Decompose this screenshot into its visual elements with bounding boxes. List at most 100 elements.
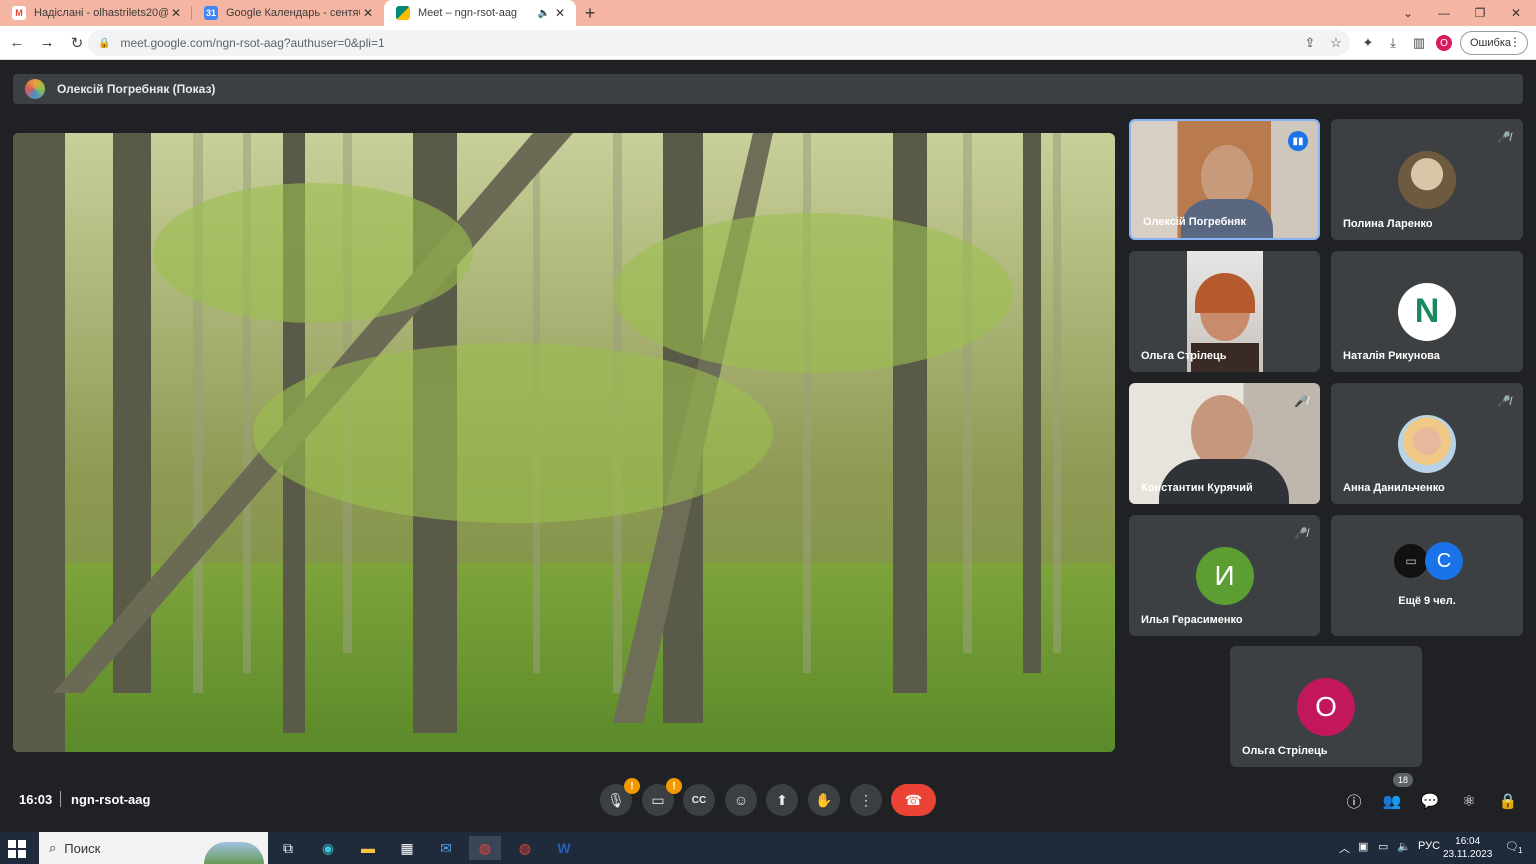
presenter-label: Олексій Погребняк (Показ) [57,82,216,96]
chrome-icon[interactable]: ◍ [469,836,501,860]
reload-button[interactable]: ↻ [64,30,90,56]
mic-off-icon: 🎤̸ [1294,528,1308,540]
participant-tile[interactable]: N Наталія Рикунова [1331,251,1523,372]
more-options-button[interactable]: ⋮ [850,784,882,816]
battery-icon[interactable]: ▭ [1378,840,1388,853]
chat-button[interactable]: 💬 [1419,790,1441,812]
mic-off-icon: 🎤̸ [1497,396,1511,408]
search-icon: ⌕ [49,840,57,855]
participant-avatar: О [1297,677,1355,736]
bookmark-star-icon[interactable]: ☆ [1327,34,1345,52]
extensions-icon[interactable]: ✦ [1359,34,1377,52]
host-controls-button[interactable]: 🔒 [1497,790,1519,812]
lock-person-icon: 🔒 [1498,793,1518,810]
avatar-initial: И [1214,559,1235,591]
participant-tile[interactable]: 🎤̸ Анна Данильченко [1331,383,1523,504]
participant-tile[interactable]: Ольга Стрілець [1129,251,1320,372]
activities-button[interactable]: ⚛ [1458,790,1480,812]
avatar-initial: О [1315,690,1337,722]
present-button[interactable]: ⬆ [766,784,798,816]
lock-icon: 🔒 [98,37,111,49]
calendar-icon: 31 [204,6,218,20]
participant-tile[interactable]: 🎤̸ Полина Ларенко [1331,119,1523,240]
task-view-icon[interactable]: ⧉ [272,836,304,860]
avatar-initial: N [1414,292,1440,330]
tab-title: Meet – ngn-rsot-aag [418,7,518,19]
tray-chevron-icon[interactable]: ︿ [1339,840,1350,856]
forward-button[interactable]: → [34,30,60,56]
hangup-icon: ☎ [904,791,923,808]
tab-meet[interactable]: Meet – ngn-rsot-aag 🔈 ✕ [384,0,576,26]
speaking-indicator-icon: ▮▮ [1288,131,1308,151]
activities-icon: ⚛ [1462,793,1476,810]
clock-date: 23.11.2023 [1443,849,1493,860]
minimize-button[interactable]: — [1426,0,1462,26]
windows-taskbar: ⌕ Поиск ⧉ ◉ ▬ ▦ ✉ ◍ ◍ W ︿ ▣ ▭ 🔈 РУС 16:0… [0,832,1536,864]
camera-button[interactable]: ▭ ! [642,778,682,816]
reactions-button[interactable]: ☺ [725,784,757,816]
network-icon[interactable]: ▣ [1358,840,1368,853]
more-vert-icon: ⋮ [859,791,873,808]
chrome-profile-icon[interactable]: ◍ [509,836,541,860]
participant-name: Анна Данильченко [1343,482,1445,494]
tab-calendar[interactable]: 31 Google Календарь - сентябрь 2 ✕ [192,0,384,26]
close-icon[interactable]: ✕ [360,6,376,20]
share-icon[interactable]: ⇪ [1301,34,1319,52]
microphone-button[interactable]: 🎙 ! [600,778,640,816]
back-button[interactable]: ← [4,30,30,56]
raise-hand-button[interactable]: ✋ [808,784,840,816]
more-participants-tile[interactable]: ▭ С Ещё 9 чел. [1331,515,1523,636]
edge-icon[interactable]: ◉ [312,836,344,860]
mail-icon[interactable]: ✉ [430,836,462,860]
participant-tile[interactable]: 🎤̸ Константин Курячий [1129,383,1320,504]
microphone-icon: 🎙 [607,791,625,808]
restore-button[interactable]: ❐ [1462,0,1498,26]
gmail-icon: M [12,6,26,20]
participant-name: Константин Курячий [1141,482,1253,494]
error-button[interactable]: Ошибка ⋮ [1460,31,1528,55]
speaker-icon[interactable]: 🔈 [536,8,552,19]
leave-call-button[interactable]: ☎ [891,784,936,816]
windows-start-icon[interactable] [8,840,26,858]
participant-name: Наталія Рикунова [1343,350,1440,362]
close-icon[interactable]: ✕ [168,6,184,20]
meeting-time: 16:03 [19,792,53,807]
taskbar-clock[interactable]: 16:04 23.11.2023 [1443,835,1492,861]
notification-count: 1 [1518,846,1523,855]
warning-icon: ! [624,778,640,794]
file-explorer-icon[interactable]: ▬ [352,836,384,860]
participant-name: Ольга Стрілець [1141,350,1227,362]
download-icon[interactable]: ⤓ [1384,34,1402,52]
presenter-avatar [25,79,45,99]
people-button[interactable]: 👥 [1381,790,1403,812]
store-icon[interactable]: ▦ [391,836,423,860]
participant-tile[interactable]: 🎤̸ И Илья Герасименко [1129,515,1320,636]
new-tab-button[interactable]: + [576,0,604,26]
word-icon[interactable]: W [548,836,580,860]
participant-tile[interactable]: О Ольга Стрілець [1230,646,1422,767]
more-menu-icon[interactable]: ⋮ [1509,35,1521,49]
meeting-info-button[interactable]: ⓘ [1343,790,1365,812]
url-text: meet.google.com/ngn-rsot-aag?authuser=0&… [120,36,385,50]
forest-image [13,133,1115,752]
volume-icon[interactable]: 🔈 [1397,840,1411,853]
participant-avatar: С [1425,542,1463,580]
taskbar-search[interactable]: ⌕ Поиск [39,832,268,864]
participant-avatar [1398,414,1456,473]
participant-count-badge: 18 [1393,773,1413,787]
close-window-button[interactable]: ✕ [1498,0,1534,26]
side-panel-icon[interactable]: ▥ [1410,34,1428,52]
search-placeholder: Поиск [64,840,101,856]
captions-icon: CC [691,794,707,806]
language-indicator[interactable]: РУС [1418,840,1440,852]
tab-gmail[interactable]: M Надіслані - olhastrilets20@gmai ✕ [0,0,192,26]
participant-tile[interactable]: ▮▮ Олексій Погребняк [1129,119,1320,240]
hand-icon: ✋ [815,791,833,808]
profile-avatar[interactable]: O [1436,35,1452,51]
tab-search-icon[interactable]: ⌄ [1390,0,1426,26]
notification-icon[interactable]: 🗨 [1505,840,1519,853]
address-bar[interactable]: 🔒 meet.google.com/ngn-rsot-aag?authuser=… [88,30,1350,56]
captions-button[interactable]: CC [683,784,715,816]
close-icon[interactable]: ✕ [552,6,568,20]
clock-time: 16:04 [1455,836,1481,847]
